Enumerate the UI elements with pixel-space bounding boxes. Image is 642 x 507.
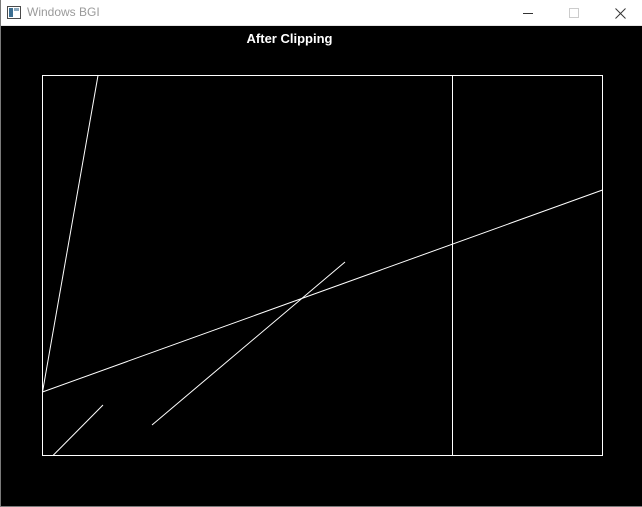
clipping-window-rect [42, 75, 603, 456]
clipped-line-2 [42, 189, 603, 393]
clipped-line-1 [42, 75, 99, 393]
drawing-surface [42, 75, 603, 456]
maximize-button[interactable] [551, 0, 597, 26]
clipped-line-4 [52, 404, 104, 456]
app-window: Windows BGI After Clipping [0, 0, 642, 507]
graphics-canvas: After Clipping [2, 26, 642, 506]
close-icon [614, 7, 626, 19]
clipped-line-3 [151, 261, 346, 426]
title-bar[interactable]: Windows BGI [1, 0, 642, 26]
window-title: Windows BGI [27, 5, 100, 19]
app-icon [7, 6, 21, 19]
close-button[interactable] [597, 0, 642, 26]
maximize-icon [569, 8, 579, 18]
minimize-button[interactable] [505, 0, 551, 26]
minimize-icon [523, 13, 533, 14]
